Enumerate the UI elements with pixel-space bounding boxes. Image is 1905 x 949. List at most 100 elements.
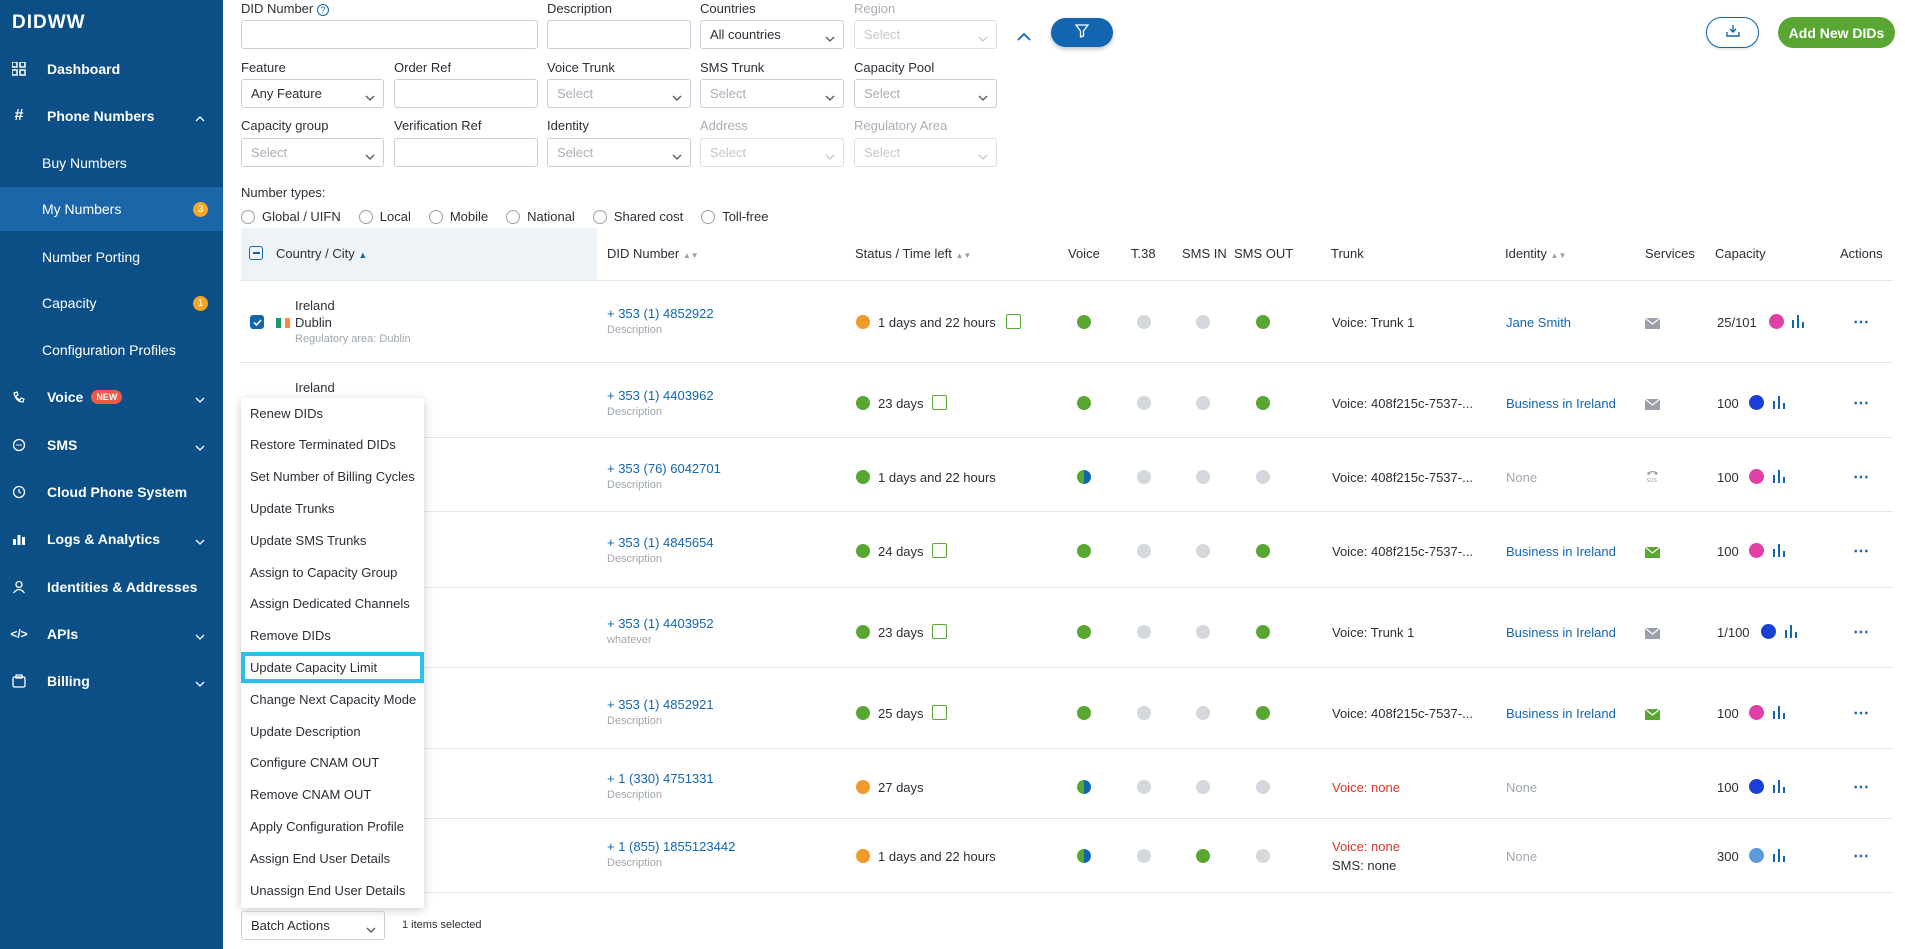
identity-select[interactable]: Select — [547, 138, 691, 167]
menu-item-apply-configuration-profile[interactable]: Apply Configuration Profile — [241, 811, 424, 842]
bar-chart-icon[interactable] — [1784, 624, 1798, 641]
menu-item-change-next-capacity-mode[interactable]: Change Next Capacity Mode — [241, 684, 424, 715]
checkbox[interactable] — [428, 209, 443, 224]
sidebar-item-apis[interactable]: </> APIs — [0, 614, 223, 654]
number-type-national[interactable]: National — [506, 209, 575, 224]
bar-chart-icon[interactable] — [1772, 779, 1786, 796]
voice-trunk-select[interactable]: Select — [547, 79, 691, 108]
checkbox[interactable] — [506, 209, 521, 224]
identity-link[interactable]: Business in Ireland — [1506, 396, 1616, 411]
checkbox[interactable] — [241, 209, 255, 224]
did-number-link[interactable]: + 353 (1) 4852921 — [607, 697, 714, 712]
menu-item-restore-terminated-dids[interactable]: Restore Terminated DIDs — [241, 429, 424, 460]
did-number-link[interactable]: + 353 (1) 4403952 — [607, 616, 714, 631]
countries-select[interactable]: All countries — [700, 20, 844, 49]
verification-ref-input[interactable] — [394, 138, 538, 167]
more-actions-icon[interactable]: ⋯ — [1853, 846, 1869, 866]
identity-card-icon — [932, 705, 947, 720]
menu-item-update-description[interactable]: Update Description — [241, 716, 424, 747]
identity-link[interactable]: Business in Ireland — [1506, 544, 1616, 559]
number-type-global[interactable]: Global / UIFN — [241, 209, 341, 224]
identity-link[interactable]: Business in Ireland — [1506, 625, 1616, 640]
order-ref-input[interactable] — [394, 79, 538, 108]
batch-actions-select[interactable]: Batch Actions — [241, 911, 385, 940]
sidebar-item-cloud-phone-system[interactable]: Cloud Phone System — [0, 472, 223, 512]
sidebar-item-voice[interactable]: Voice NEW — [0, 377, 223, 417]
sidebar-item-billing[interactable]: Billing — [0, 661, 223, 701]
did-number-link[interactable]: + 1 (855) 1855123442 — [607, 839, 735, 854]
bar-chart-icon[interactable] — [1772, 395, 1786, 412]
menu-item-configure-cnam-out[interactable]: Configure CNAM OUT — [241, 747, 424, 778]
more-actions-icon[interactable]: ⋯ — [1853, 777, 1869, 797]
sidebar-item-number-porting[interactable]: Number Porting — [0, 235, 223, 279]
menu-item-unassign-end-user-details[interactable]: Unassign End User Details — [241, 875, 424, 906]
checkbox[interactable] — [701, 209, 716, 224]
menu-item-assign-capacity-group[interactable]: Assign to Capacity Group — [241, 557, 424, 588]
description-input[interactable] — [547, 20, 691, 49]
address-select[interactable]: Select — [700, 138, 844, 167]
add-new-dids-button[interactable]: Add New DIDs — [1778, 17, 1895, 48]
number-type-shared-cost[interactable]: Shared cost — [592, 209, 683, 224]
sidebar-item-identities-addresses[interactable]: Identities & Addresses — [0, 567, 223, 607]
checkbox[interactable] — [592, 209, 607, 224]
menu-item-update-sms-trunks[interactable]: Update SMS Trunks — [241, 525, 424, 556]
did-number-link[interactable]: + 353 (76) 6042701 — [607, 461, 721, 476]
menu-item-update-trunks[interactable]: Update Trunks — [241, 493, 424, 524]
col-did-number[interactable]: DID Number ▲▼ — [607, 246, 699, 261]
bar-chart-icon[interactable] — [1772, 848, 1786, 865]
more-actions-icon[interactable]: ⋯ — [1853, 393, 1869, 413]
filter-button[interactable] — [1051, 18, 1113, 47]
identity-link[interactable]: Jane Smith — [1506, 315, 1571, 330]
sidebar-item-logs-analytics[interactable]: Logs & Analytics — [0, 519, 223, 559]
region-select[interactable]: Select — [854, 20, 997, 49]
did-number-link[interactable]: + 353 (1) 4845654 — [607, 535, 714, 550]
did-number-link[interactable]: + 353 (1) 4852922 — [607, 306, 714, 321]
sidebar-item-sms[interactable]: SMS — [0, 425, 223, 465]
trunk-text: Voice: 408f215c-7537-... — [1332, 470, 1473, 485]
col-identity[interactable]: Identity ▲▼ — [1505, 246, 1566, 261]
sidebar-item-my-numbers[interactable]: My Numbers 3 — [0, 187, 223, 231]
identity-link[interactable]: Business in Ireland — [1506, 706, 1616, 721]
regulatory-area-select[interactable]: Select — [854, 138, 997, 167]
feature-select[interactable]: Any Feature — [241, 79, 384, 108]
download-button[interactable] — [1706, 17, 1759, 48]
menu-item-remove-dids[interactable]: Remove DIDs — [241, 620, 424, 651]
number-type-mobile[interactable]: Mobile — [428, 209, 488, 224]
more-actions-icon[interactable]: ⋯ — [1853, 541, 1869, 561]
capacity-group-select[interactable]: Select — [241, 138, 384, 167]
number-type-local[interactable]: Local — [358, 209, 411, 224]
col-country[interactable]: Country / City ▲ — [276, 246, 367, 261]
did-number-link[interactable]: + 353 (1) 4403962 — [607, 388, 714, 403]
menu-item-assign-end-user-details[interactable]: Assign End User Details — [241, 843, 424, 874]
bar-chart-icon[interactable] — [1772, 469, 1786, 486]
more-actions-icon[interactable]: ⋯ — [1853, 467, 1869, 487]
menu-item-set-billing-cycles[interactable]: Set Number of Billing Cycles — [241, 461, 424, 492]
sidebar-item-configuration-profiles[interactable]: Configuration Profiles — [0, 328, 223, 372]
select-all-checkbox[interactable] — [249, 246, 263, 260]
menu-item-assign-dedicated-channels[interactable]: Assign Dedicated Channels — [241, 588, 424, 619]
more-actions-icon[interactable]: ⋯ — [1853, 312, 1869, 332]
col-status[interactable]: Status / Time left ▲▼ — [855, 246, 971, 261]
brand-logo[interactable]: DIDWW — [12, 12, 86, 34]
bar-chart-icon[interactable] — [1772, 705, 1786, 722]
sidebar-item-phone-numbers[interactable]: # Phone Numbers — [0, 96, 223, 136]
menu-item-update-capacity-limit[interactable]: Update Capacity Limit — [241, 652, 424, 683]
bar-chart-icon[interactable] — [1791, 314, 1805, 331]
sidebar-item-buy-numbers[interactable]: Buy Numbers — [0, 141, 223, 185]
more-actions-icon[interactable]: ⋯ — [1853, 703, 1869, 723]
menu-item-renew-dids[interactable]: Renew DIDs — [241, 398, 424, 429]
more-actions-icon[interactable]: ⋯ — [1853, 622, 1869, 642]
sms-trunk-select[interactable]: Select — [700, 79, 844, 108]
sidebar-item-capacity[interactable]: Capacity 1 — [0, 281, 223, 325]
checkbox[interactable] — [358, 209, 373, 224]
sidebar-item-dashboard[interactable]: Dashboard — [0, 49, 223, 89]
bar-chart-icon[interactable] — [1772, 543, 1786, 560]
did-number-input[interactable] — [241, 20, 538, 49]
did-number-link[interactable]: + 1 (330) 4751331 — [607, 771, 714, 786]
menu-item-remove-cnam-out[interactable]: Remove CNAM OUT — [241, 779, 424, 810]
number-type-toll-free[interactable]: Toll-free — [701, 209, 768, 224]
capacity-pool-select[interactable]: Select — [854, 79, 997, 108]
help-icon[interactable]: ? — [316, 4, 329, 16]
row-checkbox[interactable] — [250, 315, 264, 329]
collapse-filters-icon[interactable] — [1017, 28, 1031, 44]
